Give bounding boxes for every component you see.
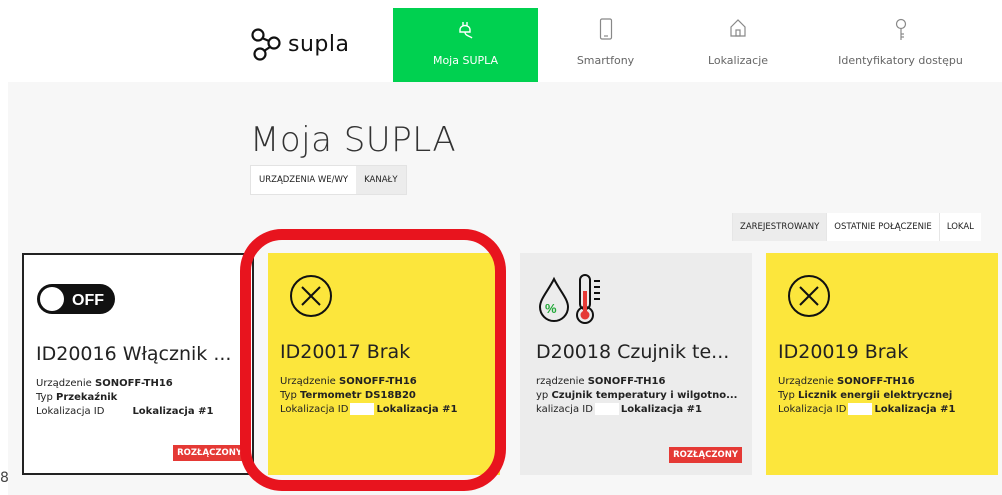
supla-logo-icon: [251, 28, 281, 61]
plug-icon: [456, 18, 476, 42]
location-value: Lokalizacja #1: [620, 404, 702, 415]
logo[interactable]: supla: [250, 24, 349, 64]
nav-label: Smartfony: [576, 54, 635, 67]
card-title: ID20016 Włącznik ...: [36, 343, 232, 365]
home-icon: [729, 18, 747, 42]
tab-kanaly[interactable]: KANAŁY: [356, 166, 406, 194]
sort-lokalizacja[interactable]: LOKAL: [938, 213, 981, 241]
device-label: rządzenie: [536, 376, 585, 387]
type-label: Typ: [778, 390, 795, 401]
card-info: Urządzenie SONOFF-TH16 Typ Przekaźnik Lo…: [36, 377, 213, 419]
device-card[interactable]: % D20018 Czujnik te... rządzenie SONOFF-…: [520, 253, 752, 475]
edge-label: 8: [0, 470, 9, 486]
humidity-thermometer-icon: %: [538, 274, 600, 324]
nav-label: Lokalizacje: [707, 54, 769, 67]
type-value: Czujnik temperatury i wilgotno...: [551, 390, 738, 401]
type-value: Licznik energii elektrycznej: [798, 390, 953, 401]
nav-label: Identyfikatory dostępu: [838, 54, 963, 67]
view-tabs: URZĄDZENIA WE/WY KANAŁY: [250, 165, 407, 195]
device-value: SONOFF-TH16: [587, 376, 666, 387]
location-label: kalizacja ID: [536, 404, 593, 415]
toggle-text: OFF: [72, 292, 104, 309]
logo-text: supla: [288, 31, 350, 57]
toggle-off-icon: OFF: [37, 284, 115, 314]
card-info: Urządzenie SONOFF-TH16 Typ Licznik energ…: [778, 375, 955, 417]
device-card[interactable]: ID20019 Brak Urządzenie SONOFF-TH16 Typ …: [766, 253, 998, 475]
sort-zarejestrowany[interactable]: ZAREJESTROWANY: [732, 213, 827, 241]
redacted-id: [848, 403, 873, 415]
header: supla Moja SUPLA Smartfony Lokalizacje I…: [0, 8, 1002, 82]
type-label: yp: [536, 390, 549, 401]
status-badge: ROZŁĄCZONY: [669, 447, 742, 463]
svg-text:%: %: [545, 301, 557, 316]
location-value: Lokalizacja #1: [874, 404, 956, 415]
x-circle-icon: [788, 275, 830, 317]
sort-ostatnie-polaczenie[interactable]: OSTATNIE POŁĄCZENIE: [826, 213, 939, 241]
highlight-ring: [240, 229, 506, 491]
sort-tabs: ZAREJESTROWANY OSTATNIE POŁĄCZENIE LOKAL: [732, 213, 1002, 241]
device-label: Urządzenie: [778, 376, 834, 387]
device-card[interactable]: OFF ID20016 Włącznik ... Urządzenie SONO…: [22, 253, 254, 475]
nav-lokalizacje[interactable]: Lokalizacje: [673, 8, 803, 82]
redacted-id: [106, 405, 131, 417]
card-title: ID20019 Brak: [778, 341, 909, 363]
tab-urzadzenia[interactable]: URZĄDZENIA WE/WY: [251, 166, 357, 194]
device-value: SONOFF-TH16: [837, 376, 915, 387]
location-label: Lokalizacja ID: [36, 406, 105, 417]
redacted-id: [594, 403, 619, 415]
location-value: Lokalizacja #1: [132, 406, 214, 417]
type-label: Typ: [36, 392, 53, 403]
device-label: Urządzenie: [36, 378, 92, 389]
nav-moja-supla[interactable]: Moja SUPLA: [393, 8, 538, 82]
type-value: Przekaźnik: [56, 392, 118, 403]
card-info: rządzenie SONOFF-TH16 yp Czujnik tempera…: [536, 375, 737, 417]
nav-smartfony[interactable]: Smartfony: [538, 8, 673, 82]
nav-identyfikatory[interactable]: Identyfikatory dostępu: [803, 8, 998, 82]
smartphone-icon: [599, 18, 613, 42]
nav-label: Moja SUPLA: [432, 54, 499, 67]
page-title: Moja SUPLA: [250, 120, 457, 160]
key-icon: [894, 18, 908, 42]
device-value: SONOFF-TH16: [95, 378, 173, 389]
location-label: Lokalizacja ID: [778, 404, 847, 415]
card-title: D20018 Czujnik te...: [536, 341, 730, 363]
status-badge: ROZŁĄCZONY: [173, 445, 246, 461]
